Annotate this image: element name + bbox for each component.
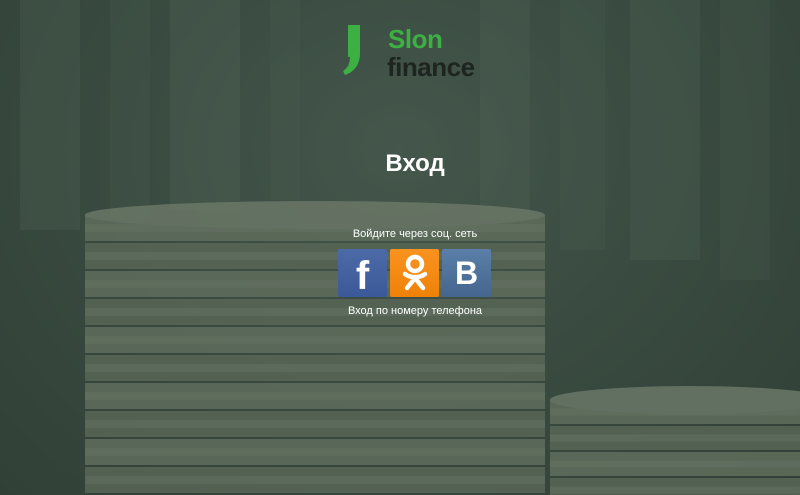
vkontakte-icon: B	[454, 255, 479, 291]
vkontakte-login-button[interactable]: B	[442, 249, 491, 297]
login-page: Slon finance Вход Войдите через соц. сет…	[0, 0, 800, 495]
brand-name-line2: finance	[387, 52, 475, 82]
brand-logo[interactable]: Slon finance	[342, 22, 492, 82]
facebook-login-button[interactable]: f	[338, 249, 387, 298]
page-title: Вход	[385, 150, 445, 177]
brand-name-line1: Slon	[388, 24, 443, 54]
facebook-icon: f	[355, 254, 370, 298]
odnoklassniki-login-button[interactable]	[390, 249, 439, 297]
comma-logo-mark-icon	[343, 25, 360, 75]
social-login-buttons: f B	[338, 249, 491, 298]
odnoklassniki-icon	[402, 254, 427, 291]
phone-login-link[interactable]: Вход по номеру телефона	[0, 305, 800, 317]
social-login-caption: Войдите через соц. сеть	[352, 228, 478, 240]
